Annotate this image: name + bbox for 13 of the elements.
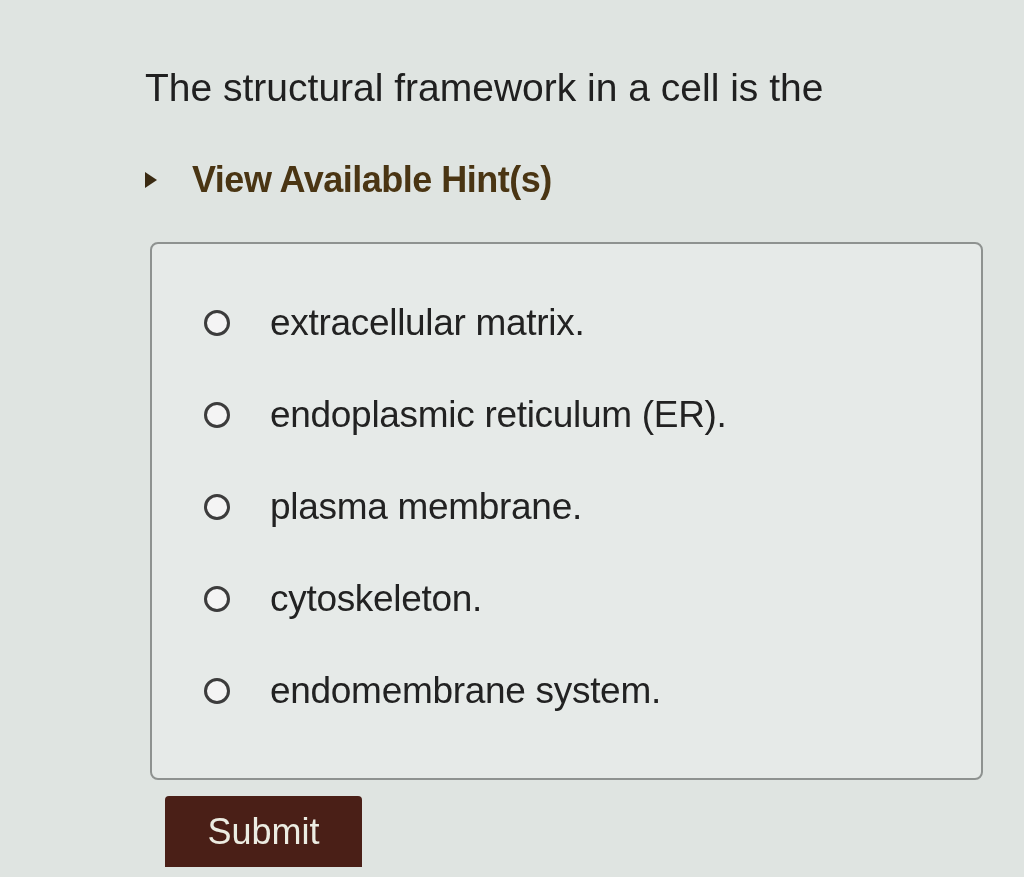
radio-button[interactable] bbox=[204, 494, 230, 520]
option-label[interactable]: cytoskeleton. bbox=[270, 578, 483, 620]
radio-button[interactable] bbox=[204, 586, 230, 612]
radio-button[interactable] bbox=[204, 402, 230, 428]
hint-link[interactable]: View Available Hint(s) bbox=[192, 160, 552, 200]
option-label[interactable]: plasma membrane. bbox=[270, 486, 582, 528]
radio-button[interactable] bbox=[204, 678, 230, 704]
radio-button[interactable] bbox=[204, 310, 230, 336]
submit-button[interactable]: Submit bbox=[165, 796, 362, 867]
question-text: The structural framework in a cell is the bbox=[145, 66, 824, 110]
option-label[interactable]: endomembrane system. bbox=[270, 670, 661, 712]
option-label[interactable]: endoplasmic reticulum (ER). bbox=[270, 394, 727, 436]
option-label[interactable]: extracellular matrix. bbox=[270, 302, 585, 344]
